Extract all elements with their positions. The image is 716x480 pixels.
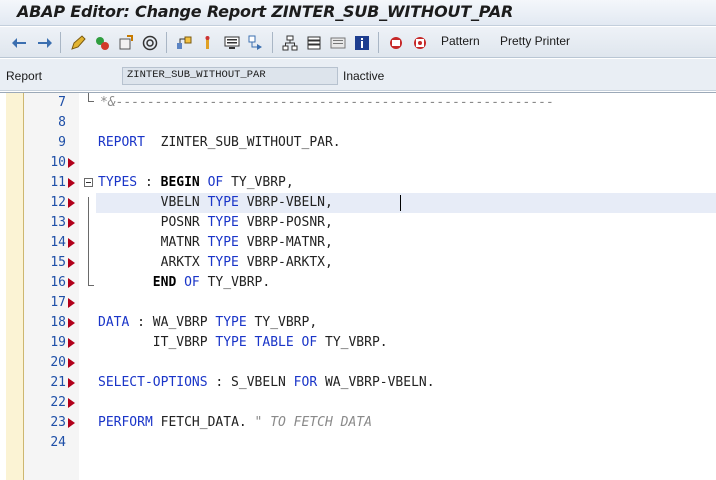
code-line-current[interactable]: 12 VBELN TYPE VBRP-VBELN, <box>0 193 716 213</box>
code-line[interactable]: 7 *&------------------------------------… <box>0 93 716 113</box>
line-number: 8 <box>58 115 66 130</box>
block-marker-icon <box>68 338 75 348</box>
check-syntax-icon[interactable] <box>92 33 111 52</box>
line-number: 22 <box>50 395 66 410</box>
code-line[interactable]: 20 <box>0 353 716 373</box>
block-marker-icon <box>68 378 75 388</box>
line-number: 7 <box>58 95 66 110</box>
code-line[interactable]: 14 MATNR TYPE VBRP-MATNR, <box>0 233 716 253</box>
pretty-printer-button[interactable]: Pretty Printer <box>500 34 570 48</box>
code-line[interactable]: 21 SELECT-OPTIONS : S_VBELN FOR WA_VBRP-… <box>0 373 716 393</box>
pretty-printer-icon[interactable] <box>410 33 429 52</box>
code-text: ARKTX TYPE VBRP-ARKTX, <box>98 255 333 270</box>
program-name-field: ZINTER_SUB_WITHOUT_PAR <box>122 67 338 85</box>
code-line[interactable]: 9 REPORT ZINTER_SUB_WITHOUT_PAR. <box>0 133 716 153</box>
block-marker-icon <box>68 178 75 188</box>
code-editor[interactable]: 7 *&------------------------------------… <box>0 92 716 480</box>
text-cursor <box>400 195 401 211</box>
block-marker-icon <box>68 298 75 308</box>
block-marker-icon <box>68 198 75 208</box>
edit-pencil-icon[interactable] <box>68 33 87 52</box>
code-text: PERFORM FETCH_DATA. " TO FETCH DATA <box>98 415 372 430</box>
code-line[interactable]: 17 <box>0 293 716 313</box>
code-text: *&--------------------------------------… <box>100 95 554 110</box>
program-info-bar: Report ZINTER_SUB_WITHOUT_PAR Inactive <box>0 59 716 91</box>
code-line[interactable]: 13 POSNR TYPE VBRP-POSNR, <box>0 213 716 233</box>
block-marker-icon <box>68 158 75 168</box>
line-number: 11 <box>50 175 66 190</box>
line-number: 15 <box>50 255 66 270</box>
info-icon[interactable] <box>352 33 371 52</box>
breakpoint-icon[interactable] <box>304 33 323 52</box>
line-number: 18 <box>50 315 66 330</box>
block-marker-icon <box>68 258 75 268</box>
line-number: 23 <box>50 415 66 430</box>
code-text: POSNR TYPE VBRP-POSNR, <box>98 215 333 230</box>
block-marker-icon <box>68 218 75 228</box>
code-line[interactable]: 8 <box>0 113 716 133</box>
report-label: Report <box>6 69 43 83</box>
code-text: END OF TY_VBRP. <box>152 275 271 290</box>
window-title: ABAP Editor: Change Report ZINTER_SUB_WI… <box>17 2 514 21</box>
code-text: SELECT-OPTIONS : S_VBELN FOR WA_VBRP-VBE… <box>98 375 435 390</box>
where-used-icon[interactable] <box>174 33 193 52</box>
application-toolbar: Pattern Pretty Printer <box>0 27 716 58</box>
code-text: TYPES : BEGIN OF TY_VBRP, <box>98 175 294 190</box>
navigation-icon[interactable] <box>246 33 265 52</box>
code-line[interactable]: 16 END OF TY_VBRP. <box>0 273 716 293</box>
line-number: 10 <box>50 155 66 170</box>
toolbar-separator <box>272 32 273 53</box>
status-badge: Inactive <box>343 69 385 83</box>
toolbar-separator <box>166 32 167 53</box>
collapse-block-icon[interactable] <box>84 178 93 187</box>
block-marker-icon <box>68 398 75 408</box>
toolbar-separator <box>60 32 61 53</box>
activate-icon[interactable] <box>116 33 135 52</box>
code-line[interactable]: 23 PERFORM FETCH_DATA. " TO FETCH DATA <box>0 413 716 433</box>
line-number: 21 <box>50 375 66 390</box>
line-number: 16 <box>50 275 66 290</box>
block-marker-icon <box>68 278 75 288</box>
code-line[interactable]: 10 <box>0 153 716 173</box>
block-marker-icon <box>68 358 75 368</box>
block-marker-icon <box>68 418 75 428</box>
line-number: 14 <box>50 235 66 250</box>
code-text: IT_VBRP TYPE TABLE OF TY_VBRP. <box>98 335 388 350</box>
pattern-button[interactable]: Pattern <box>441 34 480 48</box>
line-number: 12 <box>50 195 66 210</box>
test-run-icon[interactable] <box>140 33 159 52</box>
object-list-icon[interactable] <box>198 33 217 52</box>
title-bar: ABAP Editor: Change Report ZINTER_SUB_WI… <box>0 0 716 26</box>
line-number: 13 <box>50 215 66 230</box>
code-line[interactable]: 24 <box>0 433 716 453</box>
code-text: MATNR TYPE VBRP-MATNR, <box>98 235 333 250</box>
code-line[interactable]: 19 IT_VBRP TYPE TABLE OF TY_VBRP. <box>0 333 716 353</box>
code-line[interactable]: 18 DATA : WA_VBRP TYPE TY_VBRP, <box>0 313 716 333</box>
help-icon[interactable] <box>328 33 347 52</box>
code-text: VBELN TYPE VBRP-VBELN, <box>98 195 333 210</box>
display-object-icon[interactable] <box>222 33 241 52</box>
pattern-icon[interactable] <box>386 33 405 52</box>
line-number: 19 <box>50 335 66 350</box>
block-marker-icon <box>68 318 75 328</box>
code-line[interactable]: 22 <box>0 393 716 413</box>
back-arrow-icon[interactable] <box>10 33 29 52</box>
code-line[interactable]: 11 TYPES : BEGIN OF TY_VBRP, <box>0 173 716 193</box>
line-number: 20 <box>50 355 66 370</box>
block-marker-icon <box>68 238 75 248</box>
line-number: 17 <box>50 295 66 310</box>
code-text: REPORT ZINTER_SUB_WITHOUT_PAR. <box>98 135 341 150</box>
forward-arrow-icon[interactable] <box>34 33 53 52</box>
code-line[interactable]: 15 ARKTX TYPE VBRP-ARKTX, <box>0 253 716 273</box>
toolbar-separator <box>378 32 379 53</box>
code-text: DATA : WA_VBRP TYPE TY_VBRP, <box>98 315 318 330</box>
line-number: 24 <box>50 435 66 450</box>
line-number: 9 <box>58 135 66 150</box>
hierarchy-icon[interactable] <box>280 33 299 52</box>
